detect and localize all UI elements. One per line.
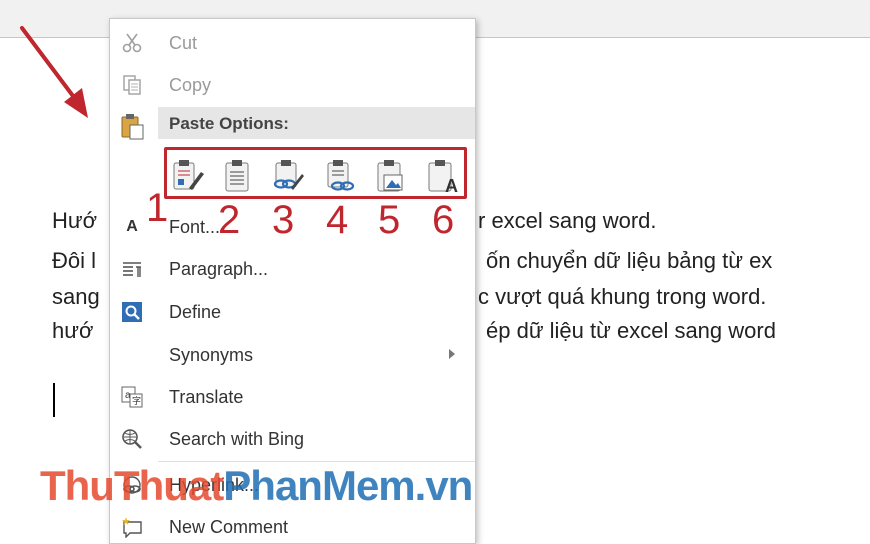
doc-line-1-right: r excel sang word.	[478, 208, 657, 233]
annotation-number-3: 3	[272, 198, 295, 242]
annotation-arrow-icon	[20, 26, 88, 118]
paste-options-header: Paste Options:	[158, 107, 475, 139]
menu-label-cut: Cut	[169, 33, 198, 53]
menu-item-translate[interactable]: a字 Translate	[110, 377, 475, 417]
use-destination-styles-icon[interactable]	[221, 158, 255, 194]
search-icon	[120, 427, 144, 451]
svg-text:A: A	[445, 176, 458, 194]
menu-label-font: Font...	[169, 217, 221, 237]
menu-label-search: Search with Bing	[169, 429, 305, 449]
doc-line-2-left: Đôi l	[52, 248, 97, 273]
submenu-arrow-icon	[449, 349, 455, 359]
scissors-icon	[120, 31, 144, 55]
doc-line-1-left: Hướ	[52, 208, 98, 233]
annotation-number-6: 6	[432, 198, 455, 242]
keep-source-formatting-icon[interactable]	[171, 158, 205, 194]
menu-label-define: Define	[169, 302, 222, 322]
keep-text-only-icon[interactable]: A	[425, 158, 459, 194]
doc-line-2-right: ốn chuyển dữ liệu bảng từ ex	[486, 248, 773, 273]
menu-label-paragraph: Paragraph...	[169, 259, 269, 279]
watermark-part-1: ThuThuat	[40, 462, 224, 509]
paste-picture-icon[interactable]	[373, 158, 407, 194]
annotation-number-4: 4	[326, 198, 349, 242]
menu-item-cut[interactable]: Cut	[110, 23, 475, 63]
paste-options-highlight: A	[164, 147, 467, 199]
menu-label-new-comment: New Comment	[169, 517, 289, 537]
menu-item-copy[interactable]: Copy	[110, 65, 475, 105]
copy-icon	[120, 73, 144, 97]
menu-item-paragraph[interactable]: Paragraph...	[110, 249, 475, 289]
menu-item-new-comment[interactable]: New Comment	[110, 507, 475, 544]
menu-item-search-bing[interactable]: Search with Bing	[110, 419, 475, 459]
watermark: ThuThuatPhanMem.vn	[40, 462, 473, 510]
clipboard-paste-icon	[121, 114, 144, 140]
watermark-part-2: PhanMem.vn	[223, 462, 473, 509]
menu-label-synonyms: Synonyms	[169, 345, 254, 365]
menu-item-synonyms[interactable]: Synonyms	[110, 335, 475, 375]
annotation-number-2: 2	[218, 198, 241, 242]
translate-icon: a字	[120, 385, 144, 409]
menu-label-translate: Translate	[169, 387, 244, 407]
menu-item-define[interactable]: Define	[110, 292, 475, 332]
svg-text:字: 字	[132, 395, 141, 406]
doc-line-3-left: sang	[52, 284, 100, 309]
doc-line-4-left: hướ	[52, 318, 94, 343]
annotation-number-5: 5	[378, 198, 401, 242]
paragraph-icon	[120, 257, 144, 281]
doc-line-3-right: c vượt quá khung trong word.	[478, 284, 767, 309]
new-comment-icon	[120, 515, 144, 539]
define-icon	[120, 300, 144, 324]
annotation-number-1: 1	[146, 186, 169, 230]
menu-label-copy: Copy	[169, 75, 212, 95]
link-use-destination-icon[interactable]	[323, 158, 357, 194]
paste-options-label: Paste Options:	[169, 114, 289, 133]
link-keep-source-icon[interactable]	[271, 158, 305, 194]
font-icon: A	[126, 218, 138, 235]
doc-line-4-right: ép dữ liệu từ excel sang word	[486, 318, 776, 343]
text-caret	[53, 383, 55, 417]
